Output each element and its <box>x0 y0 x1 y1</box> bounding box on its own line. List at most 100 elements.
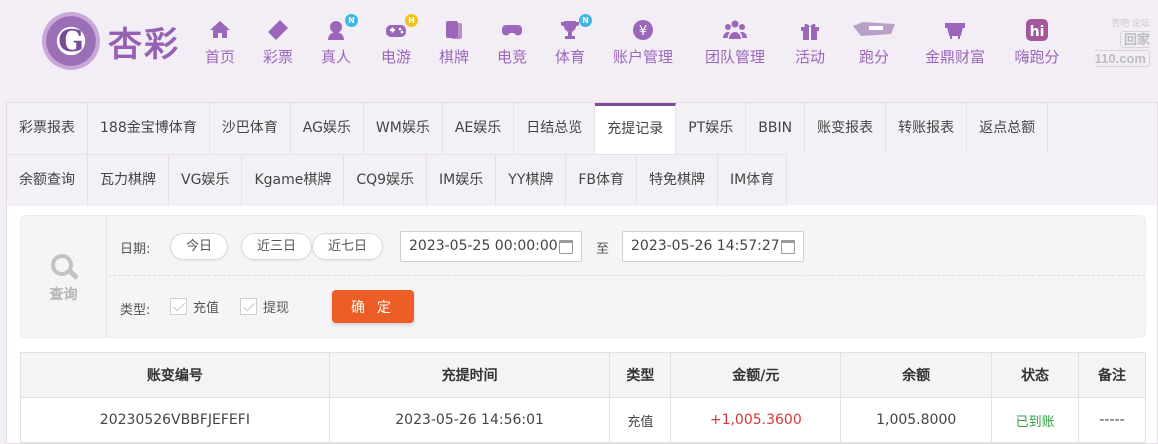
ding-icon <box>942 18 968 42</box>
col-header-remark[interactable]: 备注 <box>1078 352 1146 398</box>
nav-label: 嗨跑分 <box>1014 48 1060 66</box>
start-date-value: 2023-05-25 00:00:00 <box>409 238 558 254</box>
nav-item-hi-paofen[interactable]: hi 嗨跑分 <box>1010 14 1064 74</box>
cell-balance: 1,005.8000 <box>840 397 993 443</box>
tab-tabs_row2-4[interactable]: CQ9娱乐 <box>344 155 428 206</box>
nav-label: 金鼎财富 <box>924 48 985 66</box>
nav-label: 跑分 <box>858 48 889 66</box>
team-icon <box>722 18 748 42</box>
col-header-type[interactable]: 类型 <box>609 352 672 398</box>
tab-tabs_row1-3[interactable]: AG娱乐 <box>290 103 364 154</box>
nav-label: 账户管理 <box>612 48 673 66</box>
calendar-icon[interactable] <box>781 240 795 254</box>
start-date-input[interactable]: 2023-05-25 00:00:00 <box>400 231 582 262</box>
withdraw-label: 提现 <box>263 301 290 316</box>
new-badge: N <box>345 14 358 27</box>
nav-item-promotions[interactable]: 活动 <box>790 14 830 74</box>
nav-label: 首页 <box>204 48 235 66</box>
nav-item-live[interactable]: N 真人 <box>316 14 358 74</box>
type-label: 类型: <box>120 303 151 318</box>
svg-text:hi: hi <box>1030 24 1045 40</box>
nav-item-lottery[interactable]: 彩票 <box>258 14 298 74</box>
tab-tabs_row1-5[interactable]: AE娱乐 <box>442 103 515 154</box>
nav-item-esports[interactable]: 电竞 <box>492 14 532 74</box>
last-seven-days-button[interactable]: 近七日 <box>312 233 384 260</box>
ticket-icon <box>265 18 291 42</box>
tab-tabs_row2-9[interactable]: IM体育 <box>718 155 788 206</box>
tab-tabs_row2-7[interactable]: FB体育 <box>566 155 638 206</box>
today-button[interactable]: 今日 <box>170 233 229 260</box>
search-icon <box>49 252 79 282</box>
cards-icon <box>441 18 467 42</box>
withdraw-checkbox[interactable]: 提现 <box>240 297 289 316</box>
nav-item-team[interactable]: 团队管理 <box>700 14 770 74</box>
tab-tabs_row1-4[interactable]: WM娱乐 <box>363 103 443 154</box>
tab-tabs_row2-1[interactable]: 瓦力棋牌 <box>88 155 169 206</box>
nav-item-paofen[interactable]: 跑分 <box>848 14 900 74</box>
table-header-row: 账变编号 充提时间 类型 金额/元 余额 状态 备注 <box>20 352 1146 398</box>
report-tabs: 彩票报表 188金宝博体育 沙巴体育 AG娱乐 WM娱乐 AE娱乐 日结总览 充提记录 PT娱乐… <box>7 103 1157 206</box>
query-block: 查询 <box>21 216 107 337</box>
nav-label: 活动 <box>794 48 825 66</box>
new-badge: N <box>579 14 592 27</box>
dealer-icon: N <box>323 14 358 42</box>
tab-tabs_row2-2[interactable]: VG娱乐 <box>169 155 243 206</box>
tab-tabs_row1-1[interactable]: 188金宝博体育 <box>88 103 210 154</box>
nav-item-jinding[interactable]: 金鼎财富 <box>920 14 990 74</box>
home-icon <box>207 18 233 42</box>
end-date-input[interactable]: 2023-05-26 14:57:27 <box>622 231 804 262</box>
watermark-caption: 杏吧 论坛 <box>1111 19 1150 29</box>
top-header: G 杏彩 首页 彩票 N 真人 H 电游 棋牌 电竞 N 体育 ¥ 账户管理 团… <box>0 0 1158 92</box>
controller-icon <box>499 18 525 42</box>
calendar-icon[interactable] <box>559 240 573 254</box>
filter-box: 查询 日期: 今日 近三日 近七日 2023-05-25 00:00:00 至 … <box>20 215 1146 338</box>
nav-item-account[interactable]: ¥ 账户管理 <box>608 14 678 74</box>
col-header-balance[interactable]: 余额 <box>840 352 993 398</box>
tab-tabs_row2-6[interactable]: YY棋牌 <box>496 155 567 206</box>
tab-tabs_row2-0[interactable]: 余额查询 <box>7 155 88 206</box>
tab-tabs_row1-8[interactable]: PT娱乐 <box>676 103 747 154</box>
tab-tabs_row1-2[interactable]: 沙巴体育 <box>209 103 291 154</box>
tab-tabs_row1-12[interactable]: 返点总额 <box>967 103 1049 154</box>
col-header-serial[interactable]: 账变编号 <box>20 352 330 398</box>
report-panel: 彩票报表 188金宝博体育 沙巴体育 AG娱乐 WM娱乐 AE娱乐 日结总览 充提记录 PT娱乐… <box>6 102 1158 444</box>
tab-tabs_row2-8[interactable]: 特免棋牌 <box>637 155 719 206</box>
last-three-days-button[interactable]: 近三日 <box>241 233 313 260</box>
tab-tabs_row2-5[interactable]: IM娱乐 <box>427 155 497 206</box>
checkbox-icon[interactable] <box>240 298 257 315</box>
nav-item-sports[interactable]: N 体育 <box>550 14 592 74</box>
deposit-checkbox[interactable]: 充值 <box>170 297 219 316</box>
hi-app-icon: hi <box>1024 18 1050 42</box>
table-row[interactable]: 20230526VBBFJEFEFI 2023-05-26 14:56:01 充… <box>20 397 1146 443</box>
tab-tabs_row1-11[interactable]: 转账报表 <box>886 103 968 154</box>
hot-badge: H <box>405 14 418 27</box>
date-label: 日期: <box>120 242 151 257</box>
tab-tabs_row1-10[interactable]: 账变报表 <box>805 103 887 154</box>
confirm-button[interactable]: 确 定 <box>332 290 414 323</box>
tab-tabs_row1-7[interactable]: 充提记录 <box>595 103 677 154</box>
cell-remark: ----- <box>1078 397 1146 443</box>
tab-tabs_row1-6[interactable]: 日结总览 <box>514 103 596 154</box>
nav-label: 电竞 <box>496 48 527 66</box>
trophy-icon: N <box>557 14 592 42</box>
brand-name: 杏彩 <box>108 24 180 65</box>
tab-tabs_row1-9[interactable]: BBIN <box>746 103 806 154</box>
checkbox-icon[interactable] <box>170 298 187 315</box>
nav-label: 彩票 <box>262 48 293 66</box>
nav-item-slots[interactable]: H 电游 <box>376 14 418 74</box>
tab-tabs_row2-3[interactable]: Kgame棋牌 <box>242 155 345 206</box>
col-header-amount[interactable]: 金额/元 <box>670 352 842 398</box>
col-header-time[interactable]: 充提时间 <box>328 352 611 398</box>
gamepad-icon: H <box>383 14 418 42</box>
cell-amount: +1,005.3600 <box>670 397 842 443</box>
tab-row-2: 余额查询 瓦力棋牌 VG娱乐 Kgame棋牌 CQ9娱乐 IM娱乐 YY棋牌 FB体育 特免棋牌… <box>7 154 788 206</box>
tab-tabs_row1-0[interactable]: 彩票报表 <box>7 103 88 154</box>
to-label: 至 <box>596 242 610 257</box>
brand-logo[interactable]: G 杏彩 <box>42 12 202 70</box>
nav-item-home[interactable]: 首页 <box>196 14 244 74</box>
deposit-label: 充值 <box>193 301 220 316</box>
nav-item-chess[interactable]: 棋牌 <box>434 14 474 74</box>
yen-coin-icon: ¥ <box>630 18 656 42</box>
col-header-status[interactable]: 状态 <box>991 352 1080 398</box>
watermark-site: 回家110.com <box>1094 31 1150 67</box>
